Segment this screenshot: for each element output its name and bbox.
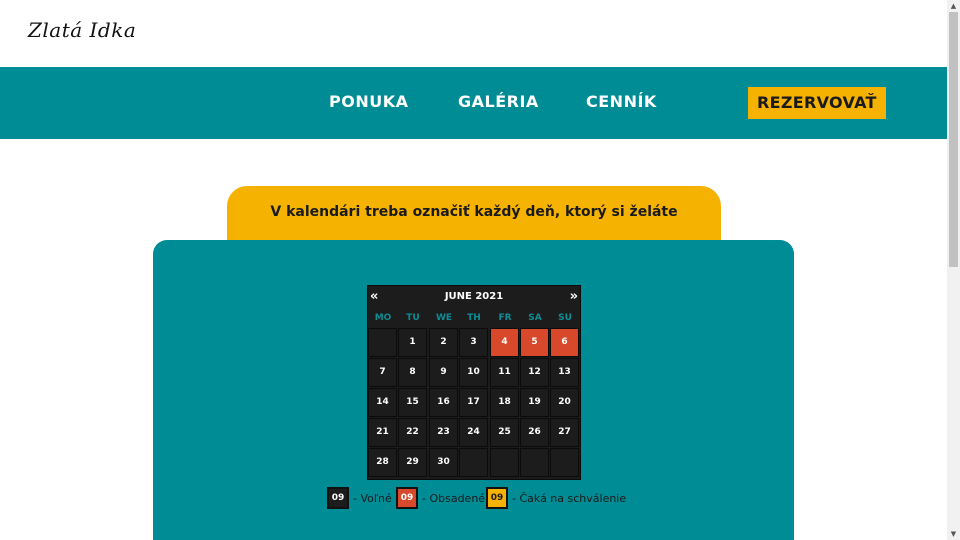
legend-busy-swatch: 09 [396, 487, 418, 509]
legend-free-swatch: 09 [327, 487, 349, 509]
calendar-day[interactable]: 15 [398, 388, 427, 417]
calendar-day[interactable]: 28 [368, 448, 397, 477]
calendar-day[interactable]: 30 [429, 448, 458, 477]
weekday-header: TH [467, 313, 481, 323]
calendar-empty-cell [459, 448, 488, 477]
vertical-scrollbar[interactable]: ▲ ▼ [947, 0, 960, 540]
legend-busy-label: - Obsadené [422, 491, 486, 505]
calendar-day[interactable]: 14 [368, 388, 397, 417]
calendar-day[interactable]: 11 [490, 358, 519, 387]
calendar-day[interactable]: 7 [368, 358, 397, 387]
calendar-empty-cell [490, 448, 519, 477]
calendar-day[interactable]: 26 [520, 418, 549, 447]
calendar-day[interactable]: 3 [459, 328, 488, 357]
calendar-day[interactable]: 18 [490, 388, 519, 417]
weekday-header: WE [435, 313, 453, 323]
calendar-header: « JUNE 2021 » [368, 286, 580, 307]
calendar-day[interactable]: 23 [429, 418, 458, 447]
weekday-header: SU [558, 313, 572, 323]
weekday-header: SA [528, 313, 542, 323]
calendar-empty-cell [368, 328, 397, 357]
calendar-day[interactable]: 25 [490, 418, 519, 447]
scroll-down-icon[interactable]: ▼ [947, 528, 960, 540]
calendar-day[interactable]: 9 [429, 358, 458, 387]
calendar-day[interactable]: 5 [520, 328, 549, 357]
calendar-day[interactable]: 8 [398, 358, 427, 387]
calendar-day[interactable]: 29 [398, 448, 427, 477]
booking-calendar: « JUNE 2021 » MO TU WE TH FR SA SU 1 2 3 4 5 6 7 8 9 10 1… [367, 285, 581, 480]
nav-galeria[interactable]: GALÉRIA [458, 92, 539, 111]
calendar-day[interactable]: 10 [459, 358, 488, 387]
instruction-banner: V kalendári treba označiť každý deň, kto… [227, 186, 721, 272]
legend-free-label: - Voľné [353, 491, 392, 505]
calendar-day[interactable]: 4 [490, 328, 519, 357]
page: Zlatá Idka PONUKA GALÉRIA CENNÍK REZERVO… [0, 0, 947, 540]
scroll-thumb[interactable] [949, 12, 958, 267]
calendar-day[interactable]: 12 [520, 358, 549, 387]
calendar-day[interactable]: 16 [429, 388, 458, 417]
legend-free: 09 - Voľné [327, 487, 392, 509]
calendar-day[interactable]: 27 [550, 418, 579, 447]
calendar-empty-cell [520, 448, 549, 477]
calendar-day[interactable]: 21 [368, 418, 397, 447]
calendar-month-title: JUNE 2021 [444, 291, 504, 302]
calendar-day[interactable]: 6 [550, 328, 579, 357]
weekday-header: TU [406, 313, 420, 323]
weekday-header: MO [374, 313, 392, 323]
legend-busy: 09 - Obsadené [396, 487, 485, 509]
legend-pending: 09 - Čaká na schválenie [486, 487, 626, 509]
calendar-empty-cell [550, 448, 579, 477]
calendar-day[interactable]: 19 [520, 388, 549, 417]
nav-cennik[interactable]: CENNÍK [586, 92, 657, 111]
calendar-day[interactable]: 24 [459, 418, 488, 447]
calendar-day[interactable]: 2 [429, 328, 458, 357]
calendar-day[interactable]: 1 [398, 328, 427, 357]
nav-ponuka[interactable]: PONUKA [329, 92, 409, 111]
calendar-day[interactable]: 13 [550, 358, 579, 387]
calendar-day[interactable]: 17 [459, 388, 488, 417]
legend-pending-label: - Čaká na schválenie [512, 491, 627, 505]
next-month-icon[interactable]: » [570, 289, 578, 304]
site-logo[interactable]: Zlatá Idka [28, 18, 136, 42]
weekday-header: FR [498, 313, 512, 323]
legend-pending-swatch: 09 [486, 487, 508, 509]
main-navbar: PONUKA GALÉRIA CENNÍK REZERVOVAŤ [0, 67, 947, 139]
calendar-day[interactable]: 20 [550, 388, 579, 417]
reserve-button[interactable]: REZERVOVAŤ [748, 87, 886, 119]
calendar-day[interactable]: 22 [398, 418, 427, 447]
scroll-up-icon[interactable]: ▲ [947, 0, 960, 12]
